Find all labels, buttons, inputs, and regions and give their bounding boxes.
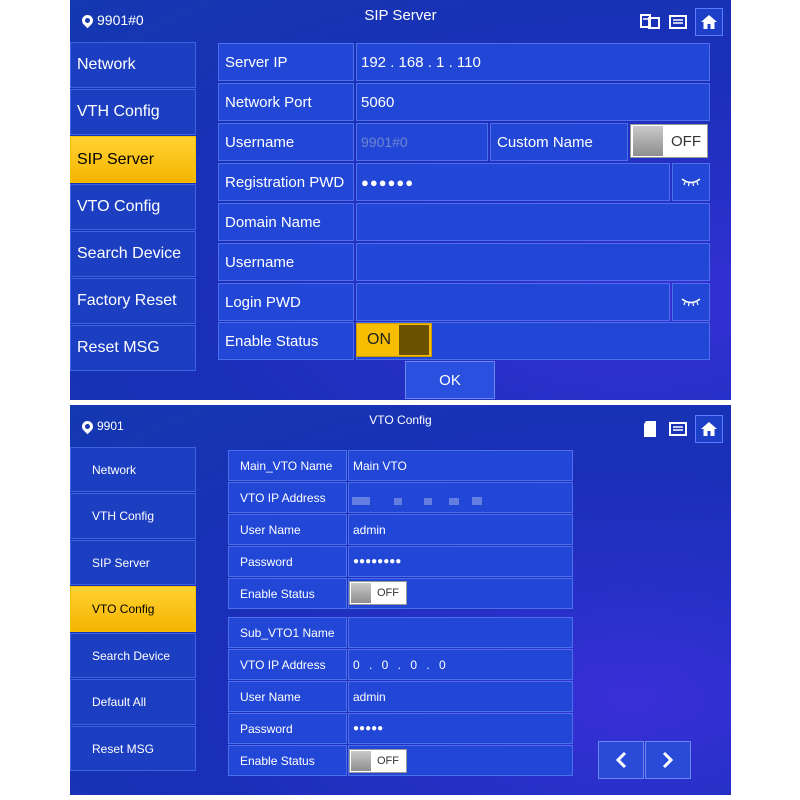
sidebar-item-sip-server[interactable]: SIP Server: [70, 136, 196, 183]
sub-password-label: Password: [228, 713, 347, 744]
chevron-right-icon: [662, 751, 674, 769]
home-icon[interactable]: [695, 8, 723, 36]
sidebar-item-search-device[interactable]: Search Device: [70, 231, 196, 277]
enable-status-toggle[interactable]: ON: [356, 323, 432, 357]
main-vto-name-label: Main_VTO Name: [228, 450, 347, 481]
domain-name-field[interactable]: [356, 203, 710, 241]
network-port-field[interactable]: 5060: [356, 83, 710, 121]
main-password-field[interactable]: ●●●●●●●●: [348, 546, 573, 577]
main-enable-status-state: OFF: [377, 587, 399, 599]
sidebar-item-vto-config[interactable]: VTO Config: [70, 586, 196, 632]
enable-status-toggle-state: ON: [367, 331, 391, 348]
main-user-name-label: User Name: [228, 514, 347, 545]
sub-enable-status-label: Enable Status: [228, 745, 347, 776]
username-label: Username: [218, 123, 354, 161]
chevron-left-icon: [615, 751, 627, 769]
custom-name-toggle-state: OFF: [671, 132, 701, 150]
main-vto-name-field[interactable]: Main VTO: [348, 450, 573, 481]
sidebar-item-reset-msg[interactable]: Reset MSG: [70, 726, 196, 771]
main-vto-ip-label: VTO IP Address: [228, 482, 347, 513]
enable-status-label: Enable Status: [218, 322, 354, 360]
toggle-knob: [399, 325, 429, 355]
sub-enable-status-toggle[interactable]: OFF: [349, 749, 407, 773]
sub-enable-status-state: OFF: [377, 755, 399, 767]
sub-user-name-label: User Name: [228, 681, 347, 712]
previous-page-button[interactable]: [598, 741, 644, 779]
sub-vto1-name-field[interactable]: [348, 617, 573, 648]
registration-pwd-label: Registration PWD: [218, 163, 354, 201]
sidebar-item-factory-reset[interactable]: Factory Reset: [70, 278, 196, 324]
custom-name-label: Custom Name: [490, 123, 628, 161]
toggle-knob: [351, 583, 371, 603]
toggle-knob: [633, 126, 663, 156]
login-pwd-field[interactable]: [356, 283, 670, 321]
custom-name-toggle[interactable]: OFF: [630, 124, 708, 158]
toggle-knob: [351, 751, 371, 771]
main-user-name-field[interactable]: admin: [348, 514, 573, 545]
sidebar-item-default-all[interactable]: Default All: [70, 679, 196, 725]
top-bar: 9901#0 SIP Server: [70, 0, 731, 40]
sidebar-item-vto-config[interactable]: VTO Config: [70, 184, 196, 230]
vto-config-screen: 9901 VTO Config Network VTH Config SIP S…: [70, 405, 731, 795]
sub-user-name-field[interactable]: admin: [348, 681, 573, 712]
main-vto-ip-field[interactable]: [348, 482, 573, 513]
sd-card-icon[interactable]: [639, 418, 661, 440]
show-password-icon[interactable]: [672, 163, 710, 201]
login-username-label: Username: [218, 243, 354, 281]
sip-server-screen: 9901#0 SIP Server Network VTH Config SIP…: [70, 0, 731, 400]
domain-name-label: Domain Name: [218, 203, 354, 241]
server-ip-field[interactable]: 192 . 168 . 1 . 110: [356, 43, 710, 81]
network-port-label: Network Port: [218, 83, 354, 121]
monitor-icon[interactable]: [667, 11, 689, 33]
main-enable-status-toggle[interactable]: OFF: [349, 581, 407, 605]
sidebar-item-search-device[interactable]: Search Device: [70, 633, 196, 678]
monitor-icon[interactable]: [667, 418, 689, 440]
login-username-field[interactable]: [356, 243, 710, 281]
sidebar-item-vth-config[interactable]: VTH Config: [70, 89, 196, 135]
message-icon[interactable]: [639, 11, 661, 33]
sub-password-field[interactable]: ●●●●●: [348, 713, 573, 744]
home-icon[interactable]: [695, 415, 723, 443]
main-password-label: Password: [228, 546, 347, 577]
login-pwd-label: Login PWD: [218, 283, 354, 321]
ok-button[interactable]: OK: [405, 361, 495, 399]
sidebar-item-network[interactable]: Network: [70, 42, 196, 88]
main-enable-status-label: Enable Status: [228, 578, 347, 609]
next-page-button[interactable]: [645, 741, 691, 779]
sidebar-item-vth-config[interactable]: VTH Config: [70, 493, 196, 539]
page-title: SIP Server: [364, 7, 437, 24]
top-bar: 9901 VTO Config: [70, 405, 731, 445]
show-login-password-icon[interactable]: [672, 283, 710, 321]
sidebar-item-network[interactable]: Network: [70, 447, 196, 492]
sub-vto-ip-field[interactable]: 0 . 0 . 0 . 0: [348, 649, 573, 680]
registration-pwd-field[interactable]: ●●●●●●: [356, 163, 670, 201]
sub-vto1-name-label: Sub_VTO1 Name: [228, 617, 347, 648]
page-title: VTO Config: [369, 413, 432, 427]
sidebar-item-reset-msg[interactable]: Reset MSG: [70, 325, 196, 371]
sidebar-item-sip-server[interactable]: SIP Server: [70, 540, 196, 585]
username-field[interactable]: 9901#0: [356, 123, 488, 161]
sub-vto-ip-label: VTO IP Address: [228, 649, 347, 680]
server-ip-label: Server IP: [218, 43, 354, 81]
